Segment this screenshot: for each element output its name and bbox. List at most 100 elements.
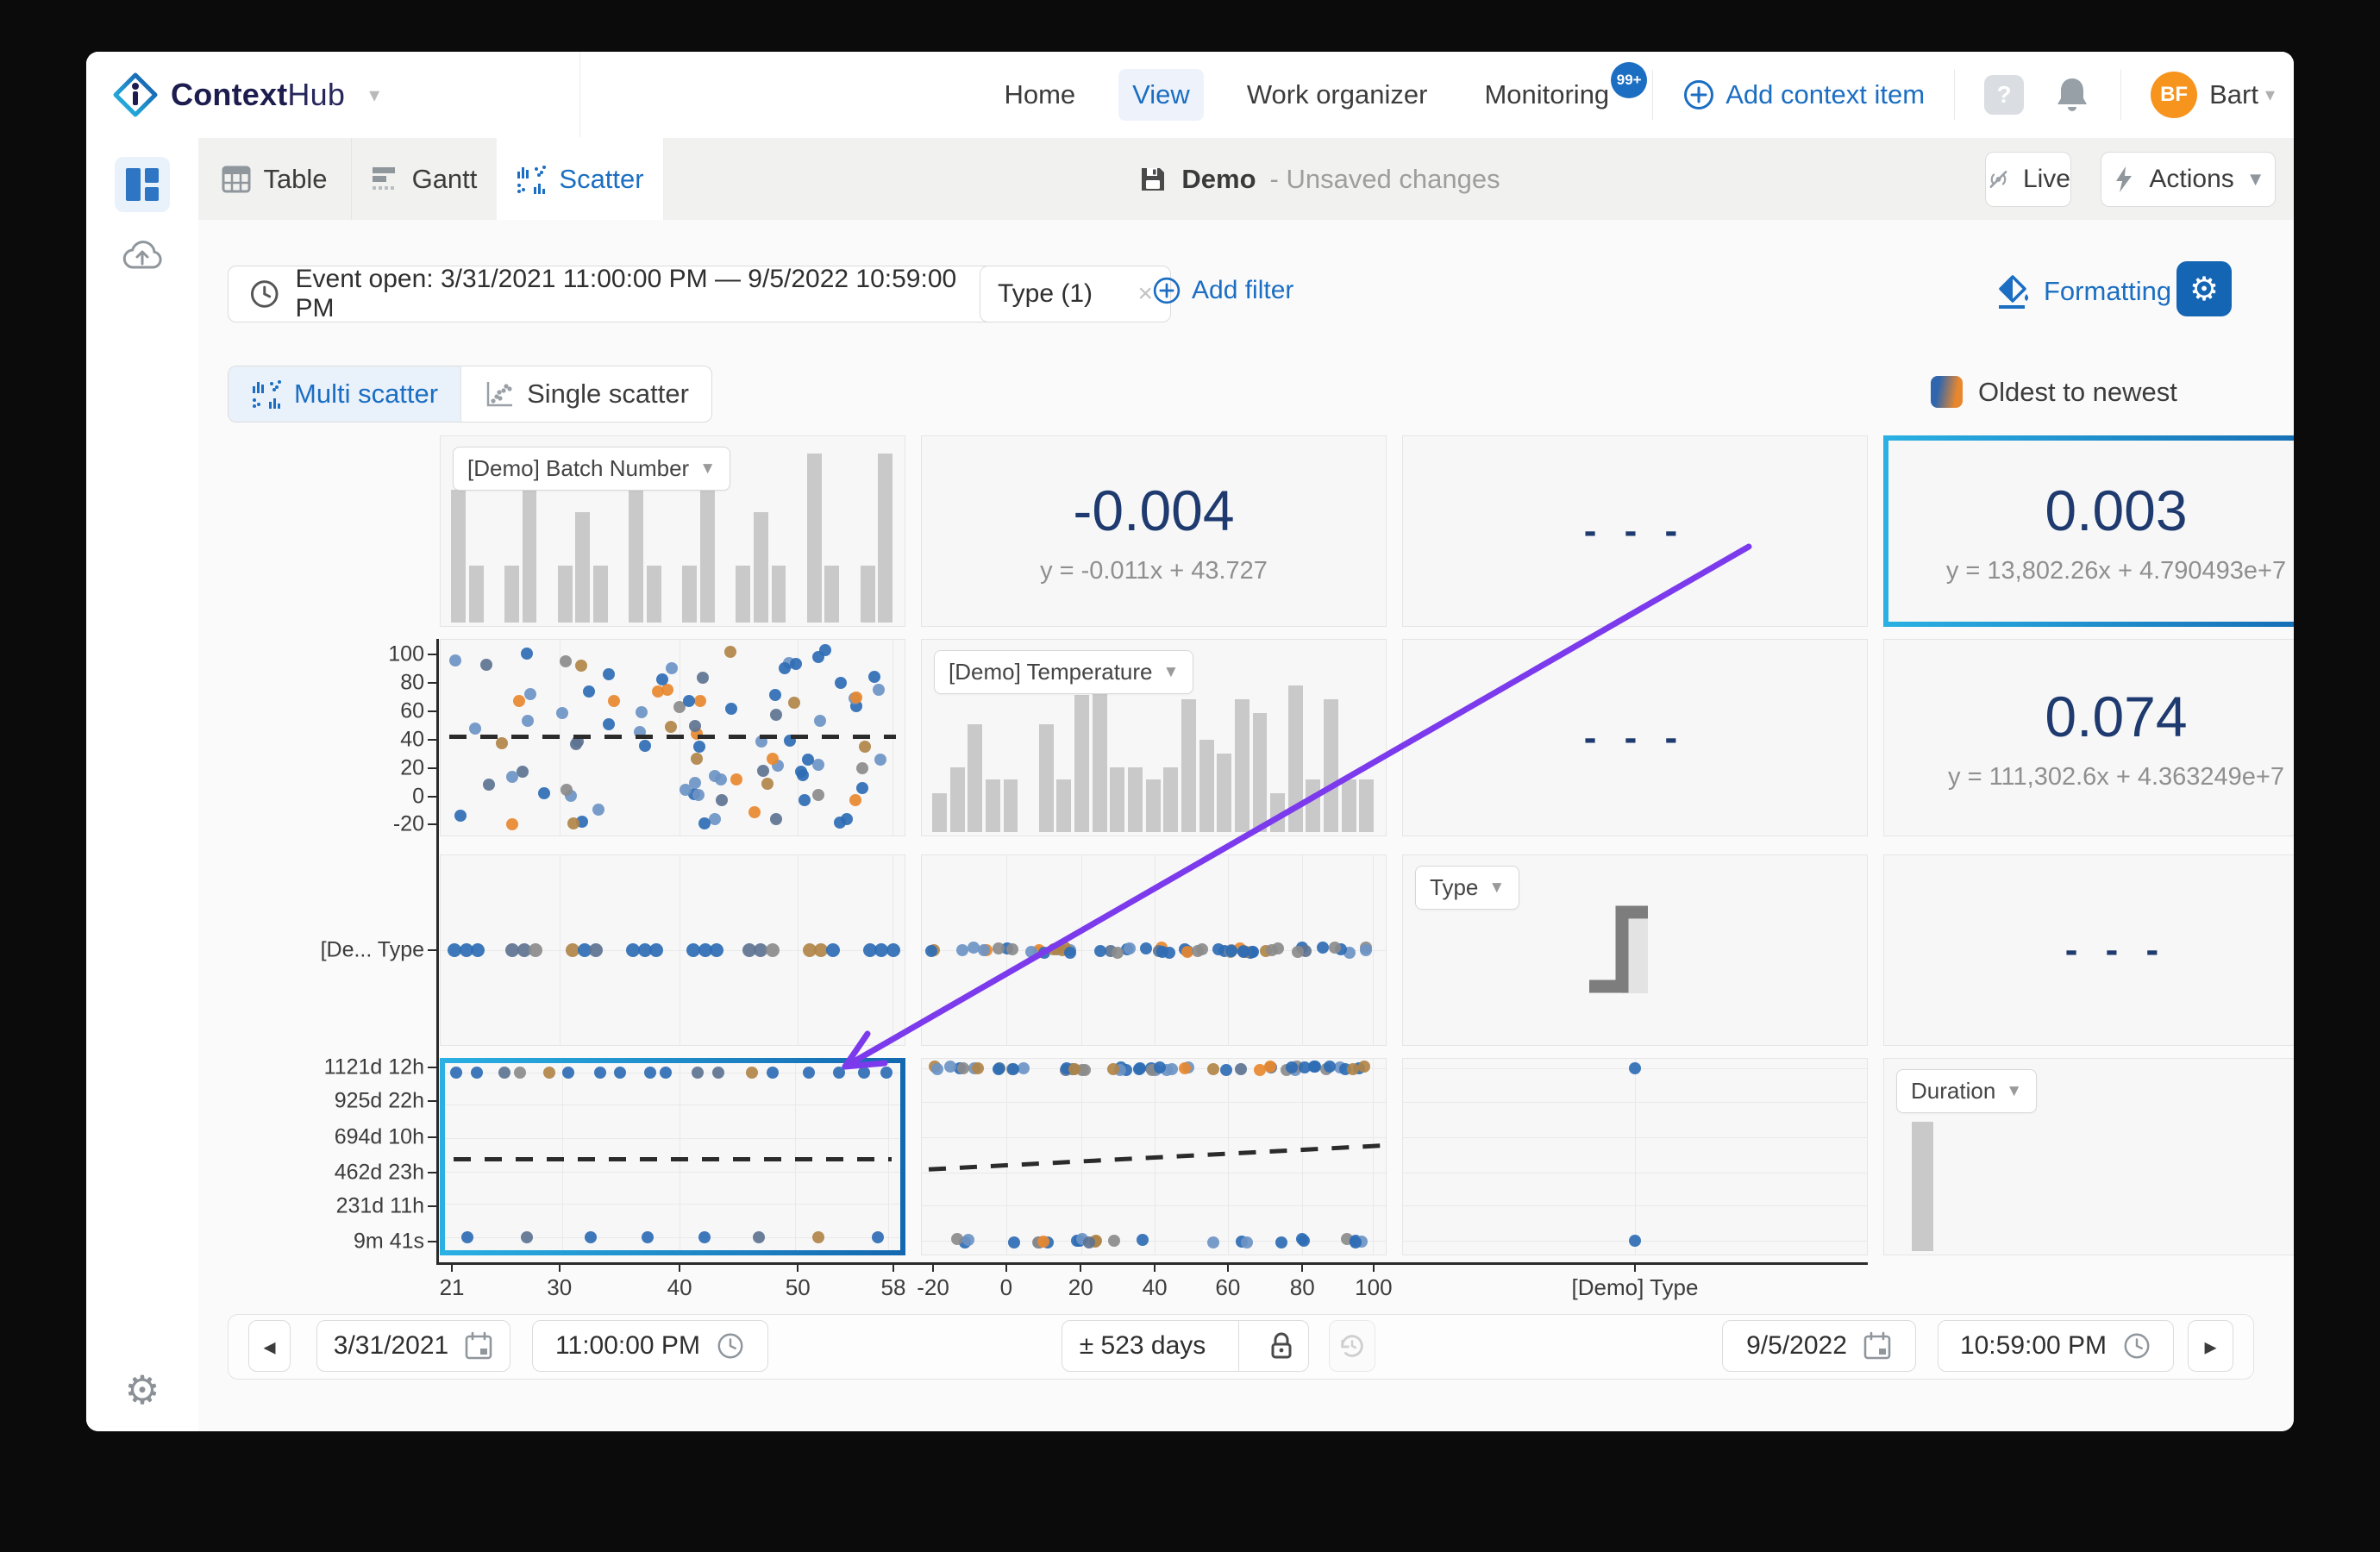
monitoring-badge: 99+ (1611, 62, 1647, 98)
matrix-cell-r2c2[interactable]: [Demo] Temperature▼ (921, 639, 1387, 836)
step-back-button[interactable]: ◂ (248, 1320, 291, 1372)
axis-line (436, 639, 439, 1264)
data-point (826, 943, 840, 957)
data-point (513, 695, 525, 707)
empty-cell-placeholder: - - - (1403, 640, 1867, 835)
matrix-cell-r4c4[interactable]: Duration▼ (1883, 1058, 2294, 1255)
data-point (636, 706, 648, 718)
data-point (589, 943, 603, 957)
matrix-cell-r3c1[interactable] (440, 854, 905, 1046)
data-point (812, 1231, 824, 1243)
data-point (712, 1067, 724, 1079)
matrix-cell-r4c3[interactable] (1402, 1058, 1868, 1255)
brand-logo[interactable]: ContextHub ▾ (112, 52, 379, 138)
regression-formula: y = -0.011x + 43.727 (1040, 557, 1268, 585)
data-point (886, 943, 900, 957)
data-point (514, 1067, 526, 1079)
step-forward-button[interactable]: ▸ (2188, 1320, 2233, 1372)
data-point (1124, 942, 1136, 954)
start-time-field[interactable]: 11:00:00 PM (532, 1320, 768, 1372)
sidebar-upload-button[interactable] (115, 228, 170, 283)
data-point (1629, 1235, 1641, 1247)
help-icon[interactable]: ? (1984, 75, 2024, 115)
clock-icon (2122, 1331, 2151, 1361)
main-content: Event open: 3/31/2021 11:00:00 PM — 9/5/… (198, 220, 2294, 1431)
data-point (666, 662, 678, 674)
tab-table[interactable]: Table (198, 138, 352, 220)
actions-button[interactable]: Actions ▼ (2101, 152, 2276, 207)
reset-history-button[interactable] (1329, 1320, 1375, 1372)
data-point (725, 703, 737, 715)
data-point (692, 1067, 704, 1079)
data-point (543, 1067, 555, 1079)
range-field[interactable]: ± 523 days (1062, 1331, 1223, 1361)
empty-cell-placeholder: - - - (1403, 436, 1867, 626)
matrix-cell-r2c3[interactable]: - - - (1402, 639, 1868, 836)
matrix-cell-r3c2[interactable] (921, 854, 1387, 1046)
lock-range-button[interactable] (1255, 1331, 1308, 1361)
sidebar-settings-button[interactable]: ⚙ (115, 1362, 170, 1417)
sidebar-layout-button[interactable] (115, 157, 170, 212)
data-point (799, 794, 811, 806)
end-date-field[interactable]: 9/5/2022 (1722, 1320, 1916, 1372)
end-time-field[interactable]: 10:59:00 PM (1938, 1320, 2174, 1372)
data-point (856, 762, 868, 774)
tab-gantt[interactable]: Gantt (351, 138, 498, 220)
matrix-cell-r3c3[interactable]: Type▼ (1402, 854, 1868, 1046)
y-tick-label: 231d 11h (312, 1193, 424, 1218)
matrix-cell-r4c2[interactable] (921, 1058, 1387, 1255)
data-point (483, 779, 495, 791)
start-date-field[interactable]: 3/31/2021 (316, 1320, 510, 1372)
data-point (698, 1231, 711, 1243)
data-point (524, 688, 536, 700)
add-context-item-button[interactable]: Add context item (1682, 78, 1925, 111)
variable-selector[interactable]: Type▼ (1415, 866, 1519, 910)
data-point (730, 773, 742, 785)
matrix-cell-r1c2[interactable]: -0.004y = -0.011x + 43.727 (921, 435, 1387, 627)
notifications-bell-icon[interactable] (2053, 74, 2091, 116)
left-sidebar: ⚙ (86, 138, 199, 1431)
data-point (660, 1067, 672, 1079)
variable-selector[interactable]: [Demo] Batch Number▼ (453, 447, 730, 491)
data-point (803, 1067, 815, 1079)
nav-work-organizer[interactable]: Work organizer (1233, 69, 1442, 121)
nav-divider (1652, 70, 1653, 120)
tab-scatter[interactable]: Scatter (497, 138, 664, 220)
matrix-cell-r1c4[interactable]: 0.003y = 13,802.26x + 4.790493e+7 (1883, 435, 2294, 627)
lock-icon (1268, 1331, 1294, 1361)
x-tick-label: -20 (917, 1274, 949, 1301)
variable-selector[interactable]: [Demo] Temperature▼ (934, 650, 1193, 694)
scatter-matrix: [Demo] Batch Number▼ -0.004y = -0.011x + … (198, 220, 2294, 1431)
user-menu[interactable]: BF Bart ▾ (2151, 72, 2275, 118)
brand-caret-icon[interactable]: ▾ (369, 83, 379, 108)
matrix-cell-r2c1[interactable] (440, 639, 905, 836)
regression-formula: y = 13,802.26x + 4.790493e+7 (1946, 557, 2286, 585)
data-point (795, 766, 807, 778)
data-point (770, 813, 782, 825)
nav-divider (2120, 70, 2121, 120)
nav-view[interactable]: View (1118, 69, 1204, 121)
data-point (770, 709, 782, 721)
screen-frame: ContextHub ▾ Home View Work organizer Mo… (0, 0, 2380, 1552)
y-tick-label: 20 (312, 755, 424, 780)
live-button[interactable]: Live (1985, 152, 2071, 207)
y-tick-label: [De... Type (312, 938, 424, 963)
header-nav: Home View Work organizer Monitoring 99+ … (990, 52, 2275, 138)
data-point (769, 689, 781, 701)
data-point (812, 789, 824, 801)
data-point (956, 944, 968, 956)
data-point (471, 943, 485, 957)
nav-home[interactable]: Home (990, 69, 1089, 121)
matrix-cell-r2c4[interactable]: 0.074y = 111,302.6x + 4.363249e+7 (1883, 639, 2294, 836)
matrix-cell-r3c4[interactable]: - - - (1883, 854, 2294, 1046)
matrix-cell-r4c1[interactable] (440, 1058, 905, 1255)
nav-monitoring[interactable]: Monitoring 99+ (1470, 69, 1623, 121)
data-point (819, 644, 831, 656)
data-point (649, 943, 663, 957)
data-point (767, 1067, 779, 1079)
data-point (716, 794, 728, 806)
save-icon[interactable] (1138, 165, 1168, 194)
matrix-cell-r1c1[interactable]: [Demo] Batch Number▼ (440, 435, 905, 627)
variable-selector[interactable]: Duration▼ (1896, 1069, 2037, 1113)
matrix-cell-r1c3[interactable]: - - - (1402, 435, 1868, 627)
